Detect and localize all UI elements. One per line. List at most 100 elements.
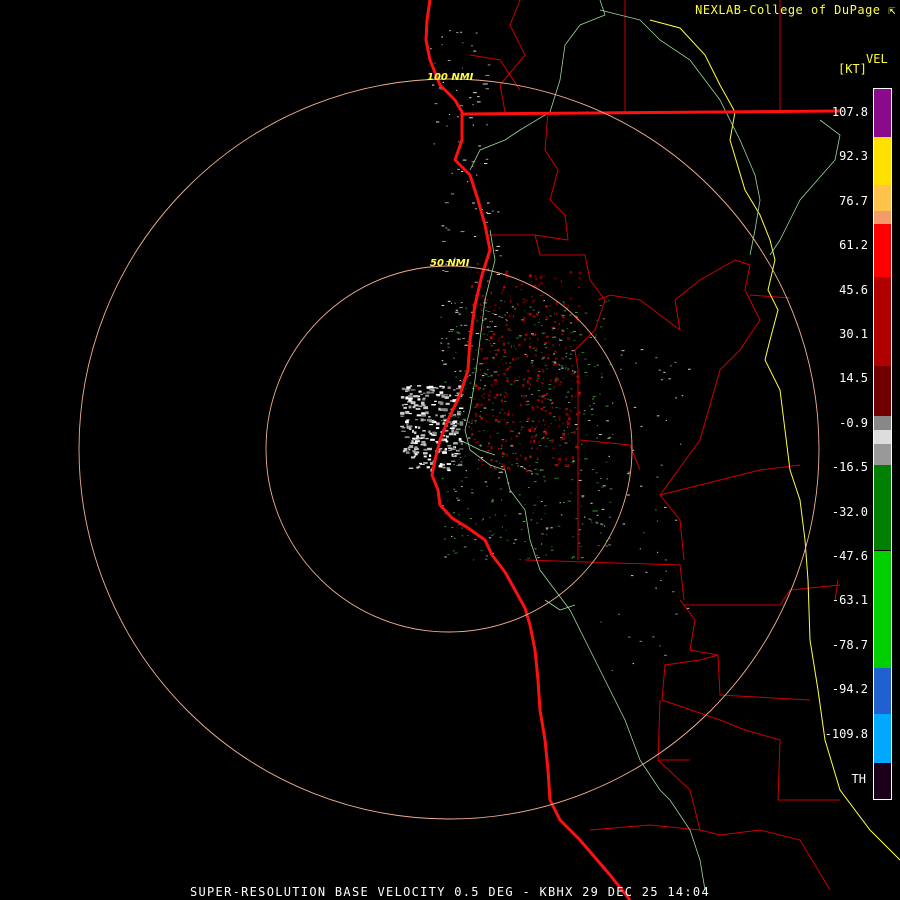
echo-pixel (579, 545, 582, 547)
echo-pixel (488, 331, 490, 333)
echo-pixel (520, 283, 523, 285)
echo-pixel (522, 320, 524, 323)
echo-pixel (599, 305, 602, 307)
echo-pixel (429, 423, 434, 426)
echo-pixel (477, 468, 479, 470)
echo-pixel (530, 435, 533, 439)
echo-pixel (412, 437, 416, 440)
echo-pixel (554, 379, 557, 383)
echo-pixel (534, 468, 537, 470)
echo-pixel (501, 499, 503, 501)
echo-pixel (446, 463, 452, 465)
echo-pixel (537, 474, 539, 476)
echo-pixel (540, 500, 543, 502)
echo-pixel (474, 539, 477, 541)
echo-pixel (562, 320, 564, 322)
colorbar-tick-label: 107.8 (831, 105, 868, 119)
echo-pixel (675, 397, 678, 399)
echo-pixel (534, 548, 537, 550)
echo-pixel (547, 347, 550, 350)
echo-pixel (480, 308, 483, 310)
echo-pixel (423, 455, 427, 458)
echo-pixel (462, 42, 464, 44)
echo-pixel (489, 435, 491, 438)
echo-pixel (546, 357, 550, 360)
echo-pixel (487, 398, 491, 401)
echo-pixel (510, 345, 512, 348)
echo-pixel (489, 336, 493, 340)
echo-pixel (467, 437, 471, 439)
echo-pixel (532, 299, 536, 302)
velocity-echoes (400, 30, 691, 671)
echo-pixel (612, 402, 614, 404)
echo-pixel (571, 557, 574, 559)
echo-pixel (565, 352, 568, 354)
echo-pixel (561, 333, 564, 336)
echo-pixel (492, 357, 495, 359)
echo-pixel (475, 523, 477, 525)
echo-pixel (566, 328, 569, 330)
echo-pixel (545, 347, 548, 349)
echo-pixel (524, 541, 526, 543)
echo-pixel (410, 456, 416, 459)
echo-pixel (536, 447, 539, 450)
echo-pixel (535, 461, 539, 463)
echo-pixel (490, 383, 492, 387)
echo-pixel (600, 477, 602, 479)
echo-pixel (594, 365, 596, 367)
echo-pixel (552, 364, 556, 366)
echo-pixel (457, 416, 460, 418)
echo-pixel (532, 334, 535, 336)
echo-pixel (549, 304, 553, 307)
echo-pixel (473, 50, 477, 52)
echo-pixel (622, 523, 626, 525)
echo-pixel (450, 535, 453, 537)
echo-pixel (545, 316, 548, 319)
echo-pixel (504, 400, 507, 402)
echo-pixel (474, 406, 477, 408)
echo-pixel (569, 409, 573, 413)
echo-pixel (485, 74, 490, 76)
echo-pixel (595, 510, 598, 512)
echo-pixel (583, 516, 586, 518)
echo-pixel (530, 333, 534, 335)
echo-pixel (617, 613, 620, 615)
echo-pixel (497, 421, 500, 423)
echo-pixel (544, 423, 546, 426)
echo-pixel (480, 411, 482, 413)
rivers (459, 0, 841, 891)
echo-pixel (575, 413, 578, 416)
echo-pixel (552, 416, 556, 418)
echo-pixel (456, 32, 459, 34)
echo-pixel (481, 375, 485, 377)
echo-pixel (517, 385, 519, 388)
echo-pixel (579, 381, 581, 385)
echo-pixel (427, 458, 432, 461)
echo-pixel (596, 364, 599, 366)
echo-pixel (652, 636, 655, 638)
echo-pixel (561, 367, 564, 369)
echo-pixel (660, 379, 663, 381)
echo-pixel (558, 425, 560, 428)
echo-pixel (417, 385, 422, 387)
echo-pixel (486, 326, 489, 328)
echo-pixel (456, 425, 458, 427)
echo-pixel (494, 304, 497, 307)
echo-pixel (552, 344, 554, 347)
echo-pixel (516, 457, 518, 461)
echo-pixel (548, 388, 552, 390)
echo-pixel (417, 398, 421, 401)
echo-pixel (502, 288, 504, 292)
echo-pixel (528, 470, 532, 472)
echo-pixel (512, 542, 516, 544)
echo-pixel (526, 420, 529, 422)
echo-pixel (532, 309, 535, 311)
echo-pixel (505, 369, 508, 372)
echo-pixel (447, 500, 449, 502)
echo-pixel (604, 525, 606, 527)
echo-pixel (544, 513, 546, 515)
echo-pixel (489, 305, 492, 308)
echo-pixel (545, 335, 549, 338)
echo-pixel (428, 416, 431, 418)
echo-pixel (423, 462, 428, 464)
